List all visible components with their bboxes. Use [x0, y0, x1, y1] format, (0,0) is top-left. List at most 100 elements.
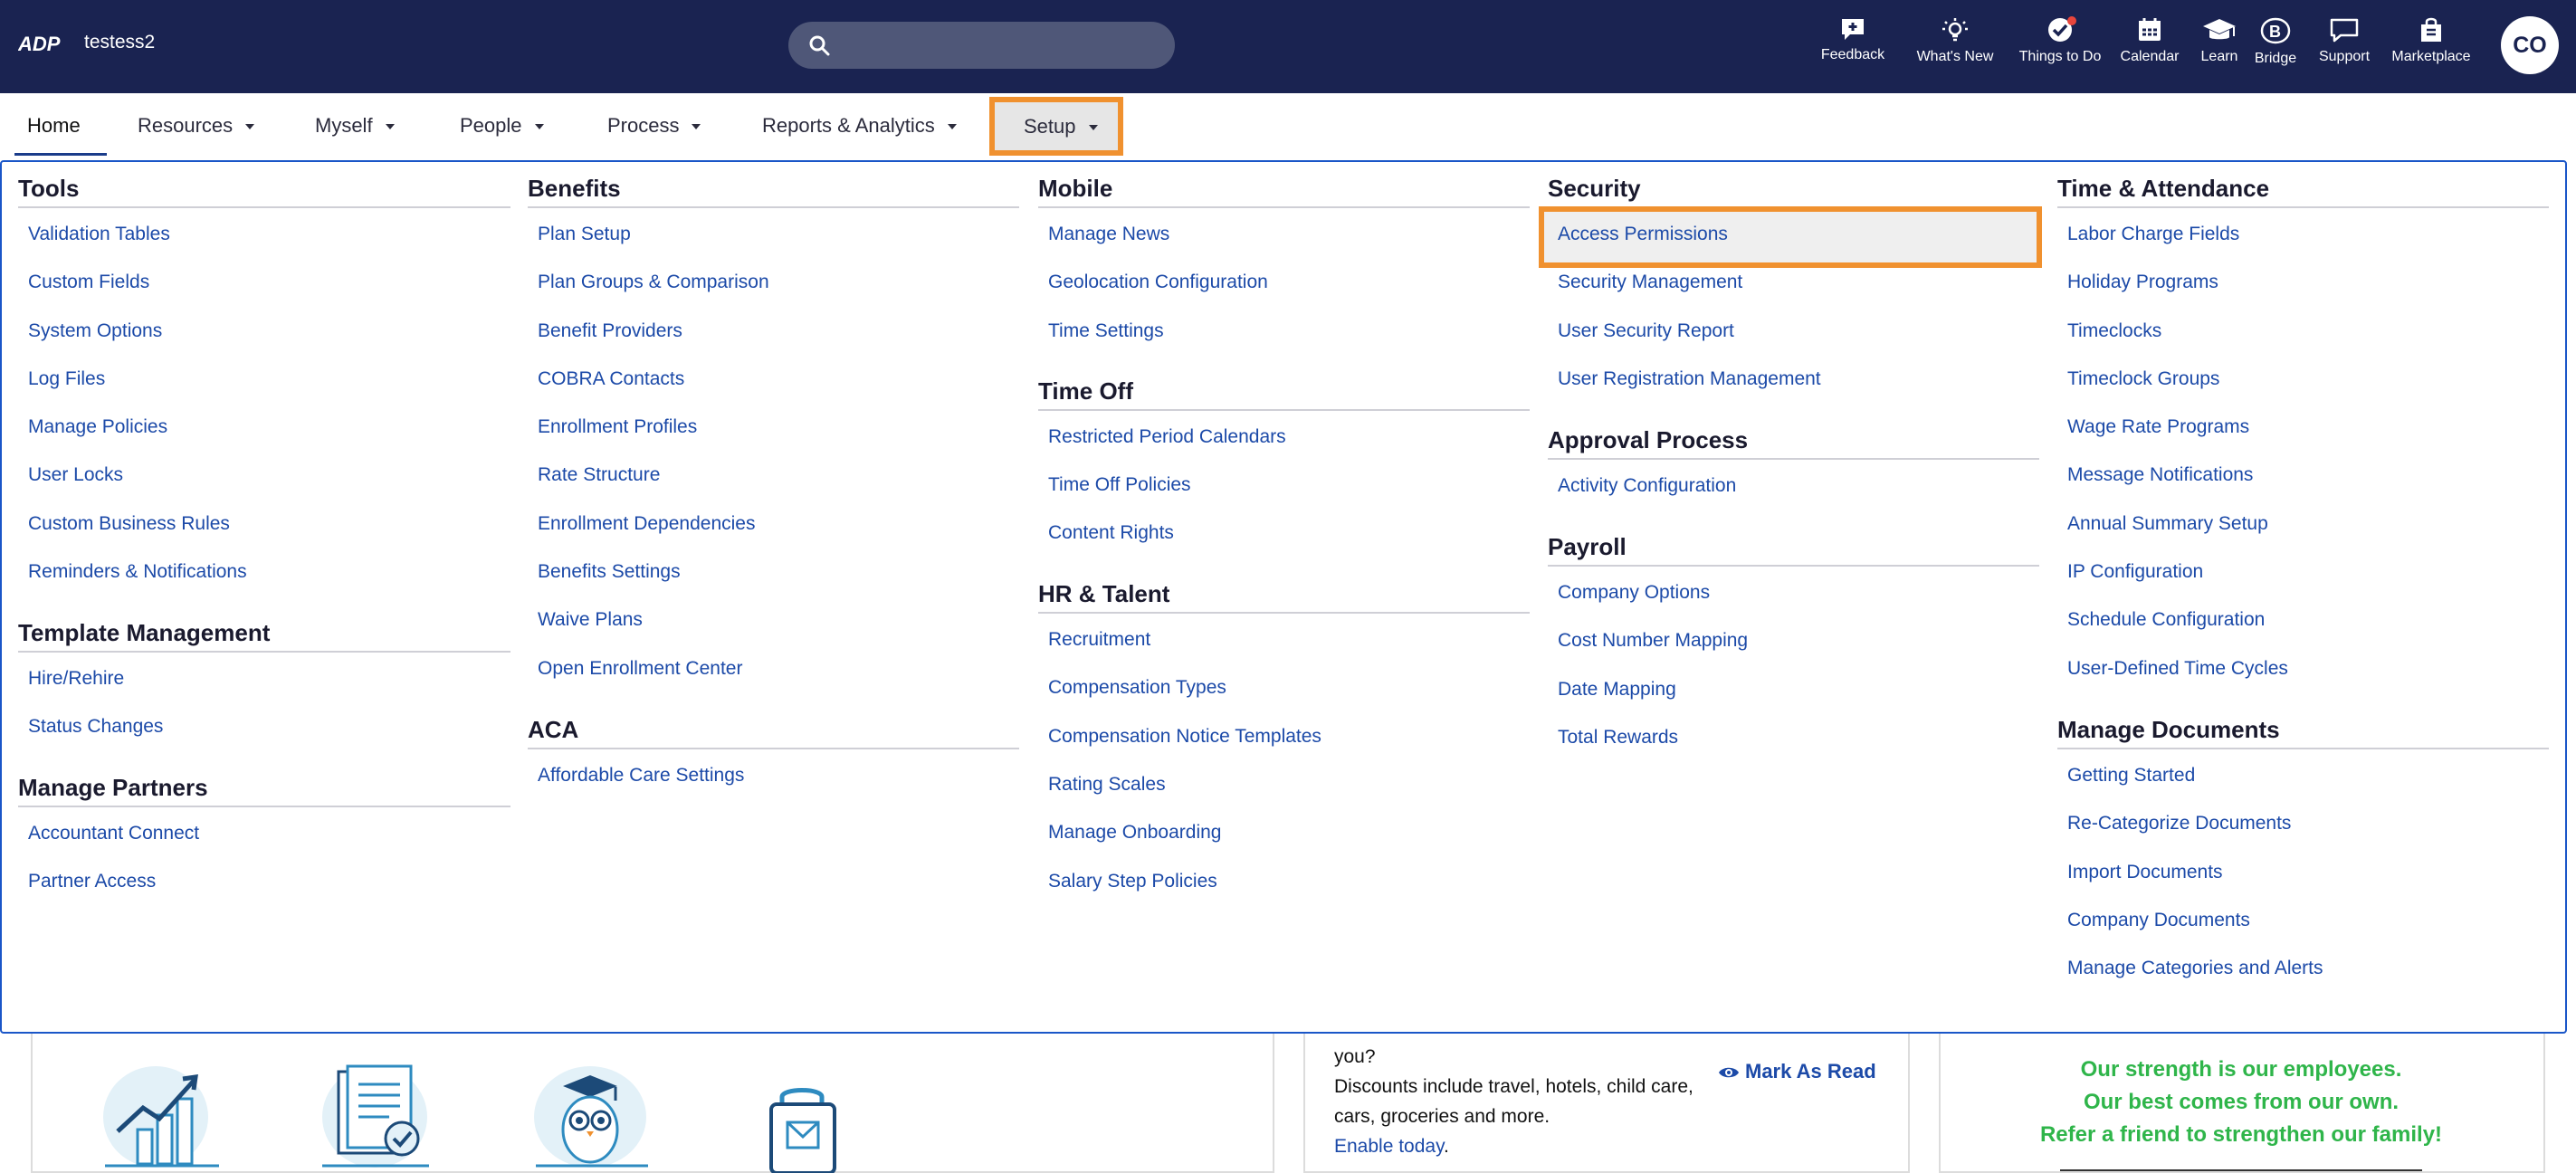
- link-affordable-care-settings[interactable]: Affordable Care Settings: [538, 765, 744, 787]
- link-schedule-configuration[interactable]: Schedule Configuration: [2067, 609, 2265, 631]
- link-user-registration-management[interactable]: User Registration Management: [1558, 368, 1821, 390]
- link-open-enrollment-center[interactable]: Open Enrollment Center: [538, 658, 742, 680]
- link-log-files[interactable]: Log Files: [28, 368, 105, 390]
- nav-myself[interactable]: Myself: [315, 93, 395, 158]
- link-plan-groups-comparison[interactable]: Plan Groups & Comparison: [538, 272, 769, 293]
- link-enrollment-profiles[interactable]: Enrollment Profiles: [538, 416, 697, 438]
- learn-button[interactable]: Learn: [2192, 16, 2247, 74]
- link-re-categorize-documents[interactable]: Re-Categorize Documents: [2067, 813, 2291, 834]
- analytics-chart-icon[interactable]: [100, 1064, 226, 1173]
- link-custom-fields[interactable]: Custom Fields: [28, 272, 149, 293]
- link-time-settings[interactable]: Time Settings: [1048, 320, 1164, 342]
- marketplace-button[interactable]: Marketplace: [2382, 16, 2480, 74]
- section-divider: [18, 651, 510, 653]
- link-user-locks[interactable]: User Locks: [28, 464, 123, 486]
- link-status-changes[interactable]: Status Changes: [28, 716, 163, 738]
- whats-new-button[interactable]: What's New: [1913, 16, 1997, 74]
- link-rate-structure[interactable]: Rate Structure: [538, 464, 660, 486]
- promo-text-line: you?: [1334, 1046, 1376, 1067]
- marketplace-bag-icon[interactable]: [758, 1082, 858, 1173]
- user-avatar[interactable]: CO: [2501, 16, 2559, 74]
- link-cost-number-mapping[interactable]: Cost Number Mapping: [1558, 630, 1748, 652]
- link-annual-summary-setup[interactable]: Annual Summary Setup: [2067, 513, 2268, 535]
- things-to-do-button[interactable]: Things to Do: [2017, 16, 2104, 74]
- link-import-documents[interactable]: Import Documents: [2067, 862, 2223, 883]
- link-timeclocks[interactable]: Timeclocks: [2067, 320, 2161, 342]
- section-divider: [1038, 206, 1530, 208]
- link-benefits-settings[interactable]: Benefits Settings: [538, 561, 681, 583]
- nav-process[interactable]: Process: [607, 93, 701, 158]
- link-company-options[interactable]: Company Options: [1558, 582, 1710, 604]
- link-total-rewards[interactable]: Total Rewards: [1558, 727, 1678, 749]
- link-ip-configuration[interactable]: IP Configuration: [2067, 561, 2203, 583]
- link-system-options[interactable]: System Options: [28, 320, 162, 342]
- nav-reports-analytics[interactable]: Reports & Analytics: [762, 93, 957, 158]
- learning-owl-icon[interactable]: [530, 1064, 657, 1173]
- svg-text:B: B: [2269, 23, 2281, 41]
- document-check-icon[interactable]: [317, 1064, 434, 1173]
- section-divider: [528, 748, 1019, 749]
- link-manage-onboarding[interactable]: Manage Onboarding: [1048, 822, 1221, 844]
- link-hire-rehire[interactable]: Hire/Rehire: [28, 668, 124, 690]
- nav-home[interactable]: Home: [27, 93, 81, 158]
- link-restricted-period-calendars[interactable]: Restricted Period Calendars: [1048, 426, 1286, 448]
- link-wage-rate-programs[interactable]: Wage Rate Programs: [2067, 416, 2249, 438]
- enable-today-label: Enable today: [1334, 1136, 1445, 1157]
- feedback-button[interactable]: Feedback: [1812, 16, 1894, 74]
- section-title-time-off: Time Off: [1038, 377, 1133, 405]
- referral-text-line: Refer a friend to strengthen our family!: [2039, 1122, 2443, 1147]
- link-user-defined-time-cycles[interactable]: User-Defined Time Cycles: [2067, 658, 2288, 680]
- link-labor-charge-fields[interactable]: Labor Charge Fields: [2067, 224, 2239, 245]
- calendar-icon: [2139, 18, 2161, 41]
- link-holiday-programs[interactable]: Holiday Programs: [2067, 272, 2218, 293]
- nav-setup-label: Setup: [1024, 115, 1076, 138]
- mark-as-read-button[interactable]: Mark As Read: [1718, 1060, 1876, 1083]
- link-accountant-connect[interactable]: Accountant Connect: [28, 823, 199, 844]
- link-benefit-providers[interactable]: Benefit Providers: [538, 320, 682, 342]
- link-enrollment-dependencies[interactable]: Enrollment Dependencies: [538, 513, 755, 535]
- link-waive-plans[interactable]: Waive Plans: [538, 609, 643, 631]
- section-title-manage-documents: Manage Documents: [2057, 716, 2280, 743]
- section-title-aca: ACA: [528, 716, 579, 743]
- nav-setup[interactable]: Setup: [989, 97, 1123, 156]
- support-icon: [2330, 18, 2359, 43]
- link-manage-news[interactable]: Manage News: [1048, 224, 1169, 245]
- link-reminders-notifications[interactable]: Reminders & Notifications: [28, 561, 247, 583]
- link-custom-business-rules[interactable]: Custom Business Rules: [28, 513, 230, 535]
- link-message-notifications[interactable]: Message Notifications: [2067, 464, 2253, 486]
- nav-resources[interactable]: Resources: [138, 93, 255, 158]
- link-content-rights[interactable]: Content Rights: [1048, 522, 1174, 544]
- nav-people[interactable]: People: [460, 93, 544, 158]
- link-recruitment[interactable]: Recruitment: [1048, 629, 1150, 651]
- link-security-management[interactable]: Security Management: [1558, 272, 1742, 293]
- link-validation-tables[interactable]: Validation Tables: [28, 224, 170, 245]
- link-geolocation-configuration[interactable]: Geolocation Configuration: [1048, 272, 1268, 293]
- link-salary-step-policies[interactable]: Salary Step Policies: [1048, 871, 1217, 892]
- bridge-button[interactable]: B Bridge: [2252, 16, 2299, 74]
- mark-as-read-label: Mark As Read: [1745, 1060, 1876, 1082]
- link-time-off-policies[interactable]: Time Off Policies: [1048, 474, 1191, 496]
- link-rating-scales[interactable]: Rating Scales: [1048, 774, 1166, 796]
- feedback-icon: [1842, 19, 1864, 40]
- support-button[interactable]: Support: [2306, 16, 2382, 74]
- link-plan-setup[interactable]: Plan Setup: [538, 224, 631, 245]
- link-partner-access[interactable]: Partner Access: [28, 871, 156, 892]
- link-cobra-contacts[interactable]: COBRA Contacts: [538, 368, 684, 390]
- link-manage-categories-alerts[interactable]: Manage Categories and Alerts: [2067, 958, 2323, 979]
- search-input[interactable]: [788, 22, 1175, 69]
- adp-logo[interactable]: ADP: [18, 31, 63, 56]
- link-date-mapping[interactable]: Date Mapping: [1558, 679, 1676, 701]
- link-activity-configuration[interactable]: Activity Configuration: [1558, 475, 1736, 497]
- link-timeclock-groups[interactable]: Timeclock Groups: [2067, 368, 2219, 390]
- link-user-security-report[interactable]: User Security Report: [1558, 320, 1734, 342]
- promo-text-line: Discounts include travel, hotels, child …: [1334, 1076, 1693, 1097]
- enable-today-link[interactable]: Enable today.: [1334, 1136, 1449, 1158]
- link-getting-started[interactable]: Getting Started: [2067, 765, 2195, 787]
- calendar-button[interactable]: Calendar: [2114, 16, 2185, 74]
- link-company-documents[interactable]: Company Documents: [2067, 910, 2250, 931]
- link-manage-policies[interactable]: Manage Policies: [28, 416, 167, 438]
- link-compensation-notice-templates[interactable]: Compensation Notice Templates: [1048, 726, 1321, 748]
- link-access-permissions[interactable]: Access Permissions: [1558, 224, 1728, 245]
- section-divider: [1548, 565, 2039, 567]
- link-compensation-types[interactable]: Compensation Types: [1048, 677, 1226, 699]
